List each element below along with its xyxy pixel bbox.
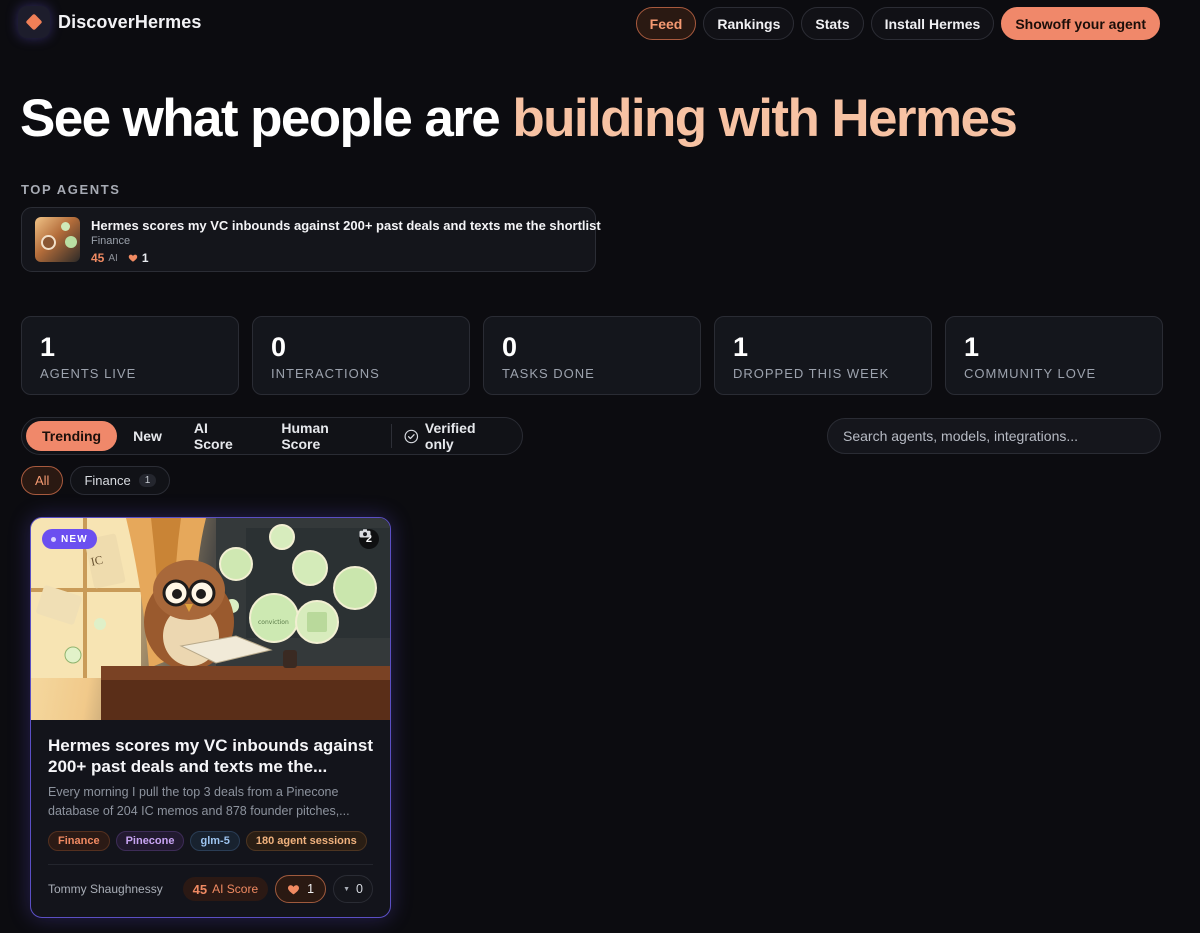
chip-finance[interactable]: Finance 1 bbox=[70, 466, 171, 495]
tab-ai-score[interactable]: AI Score bbox=[178, 420, 265, 452]
agent-card-image: IC conviction NEW 2 bbox=[31, 518, 390, 720]
top-agent-likes: 1 bbox=[141, 251, 149, 265]
stats-row: 1 AGENTS LIVE 0 INTERACTIONS 0 TASKS DON… bbox=[21, 316, 1163, 395]
stat-label: INTERACTIONS bbox=[271, 366, 380, 381]
tag-pinecone[interactable]: Pinecone bbox=[115, 831, 185, 851]
downvote-count: 0 bbox=[356, 882, 363, 896]
camera-icon bbox=[359, 529, 371, 538]
stat-label: AGENTS LIVE bbox=[40, 366, 137, 381]
new-badge: NEW bbox=[42, 529, 97, 549]
nav-install-hermes[interactable]: Install Hermes bbox=[870, 7, 995, 40]
divider bbox=[48, 864, 373, 865]
stat-value: 1 bbox=[40, 332, 56, 362]
chip-label: All bbox=[35, 473, 50, 488]
tag-agent-sessions: 180 agent sessions bbox=[245, 831, 367, 851]
top-agent-category: Finance bbox=[91, 235, 131, 247]
tag-glm-5[interactable]: glm-5 bbox=[190, 831, 240, 851]
stat-label: COMMUNITY LOVE bbox=[964, 366, 1097, 381]
like-count: 1 bbox=[307, 882, 315, 896]
agent-card-tags: Finance Pinecone glm-5 180 agent session… bbox=[48, 831, 367, 851]
nav-links: Feed Rankings Stats Install Hermes Showo… bbox=[635, 7, 1160, 40]
stat-value: 1 bbox=[733, 332, 749, 362]
top-agent-card[interactable]: Hermes scores my VC inbounds against 200… bbox=[21, 207, 601, 272]
nav-stats[interactable]: Stats bbox=[801, 7, 864, 40]
media-count-badge: 2 bbox=[358, 529, 379, 549]
stat-dropped-this-week: 1 DROPPED THIS WEEK bbox=[714, 316, 932, 395]
svg-text:conviction: conviction bbox=[258, 619, 289, 626]
stat-value: 0 bbox=[502, 332, 518, 362]
page-title-part1: See what people are bbox=[20, 89, 513, 148]
ai-score-badge: 45 AI Score bbox=[182, 877, 269, 901]
top-agent-score-unit: AI bbox=[108, 252, 118, 264]
nav-feed[interactable]: Feed bbox=[635, 7, 697, 40]
tab-human-score[interactable]: Human Score bbox=[265, 420, 385, 452]
top-nav: DiscoverHermes Feed Rankings Stats Insta… bbox=[0, 0, 1200, 46]
stat-tasks-done: 0 TASKS DONE bbox=[483, 316, 701, 395]
category-chips: All Finance 1 bbox=[21, 466, 171, 495]
heart-icon bbox=[288, 885, 300, 895]
downvote-button[interactable]: ▼ 0 bbox=[333, 875, 373, 903]
chip-label: Finance bbox=[84, 473, 131, 488]
verified-only-label: Verified only bbox=[424, 420, 476, 452]
badge-dot bbox=[51, 536, 56, 542]
sort-tabs: Trending New AI Score Human Score Verifi… bbox=[21, 417, 523, 455]
author-name[interactable]: Tommy Shaughnessy bbox=[48, 882, 163, 896]
chip-count: 1 bbox=[138, 474, 157, 487]
stat-community-love: 1 COMMUNITY LOVE bbox=[945, 316, 1163, 395]
stat-value: 1 bbox=[964, 332, 980, 362]
agent-card-title[interactable]: Hermes scores my VC inbounds against 200… bbox=[48, 735, 383, 777]
check-circle-icon bbox=[404, 429, 419, 443]
like-button[interactable]: 1 bbox=[275, 875, 327, 903]
logo-icon bbox=[18, 6, 50, 38]
agent-thumbnail bbox=[35, 217, 80, 262]
chip-all[interactable]: All bbox=[21, 466, 64, 495]
tab-trending[interactable]: Trending bbox=[26, 421, 118, 451]
brand[interactable]: DiscoverHermes bbox=[18, 6, 201, 38]
agent-card[interactable]: IC conviction NEW 2 Hermes scores my VC … bbox=[30, 517, 391, 918]
top-agent-score: 45 bbox=[91, 251, 105, 265]
brand-name: DiscoverHermes bbox=[58, 11, 202, 32]
nav-rankings[interactable]: Rankings bbox=[703, 7, 795, 40]
stat-value: 0 bbox=[271, 332, 287, 362]
agent-card-actions: 45 AI Score 1 ▼ 0 bbox=[182, 875, 373, 903]
agent-card-description: Every morning I pull the top 3 deals fro… bbox=[48, 785, 350, 818]
divider bbox=[391, 424, 393, 448]
ai-score-label: AI Score bbox=[212, 882, 259, 896]
verified-only-toggle[interactable]: Verified only bbox=[396, 420, 522, 452]
top-agents-label: TOP AGENTS bbox=[21, 182, 121, 197]
top-agent-meta: 45 AI 1 bbox=[91, 251, 149, 265]
triangle-down-icon: ▼ bbox=[343, 885, 351, 893]
stat-agents-live: 1 AGENTS LIVE bbox=[21, 316, 239, 395]
page-title: See what people are building with Hermes bbox=[20, 88, 1018, 149]
stat-label: DROPPED THIS WEEK bbox=[733, 366, 890, 381]
new-badge-label: NEW bbox=[61, 533, 88, 545]
tab-new[interactable]: New bbox=[117, 421, 178, 451]
heart-icon bbox=[128, 254, 138, 262]
stat-interactions: 0 INTERACTIONS bbox=[252, 316, 470, 395]
page-title-part2: building with Hermes bbox=[512, 89, 1018, 148]
stat-label: TASKS DONE bbox=[502, 366, 595, 381]
showoff-agent-button[interactable]: Showoff your agent bbox=[1001, 7, 1160, 40]
tag-finance[interactable]: Finance bbox=[48, 831, 110, 851]
top-agent-title: Hermes scores my VC inbounds against 200… bbox=[91, 218, 601, 233]
search-input[interactable] bbox=[827, 418, 1161, 454]
ai-score-value: 45 bbox=[192, 881, 208, 897]
